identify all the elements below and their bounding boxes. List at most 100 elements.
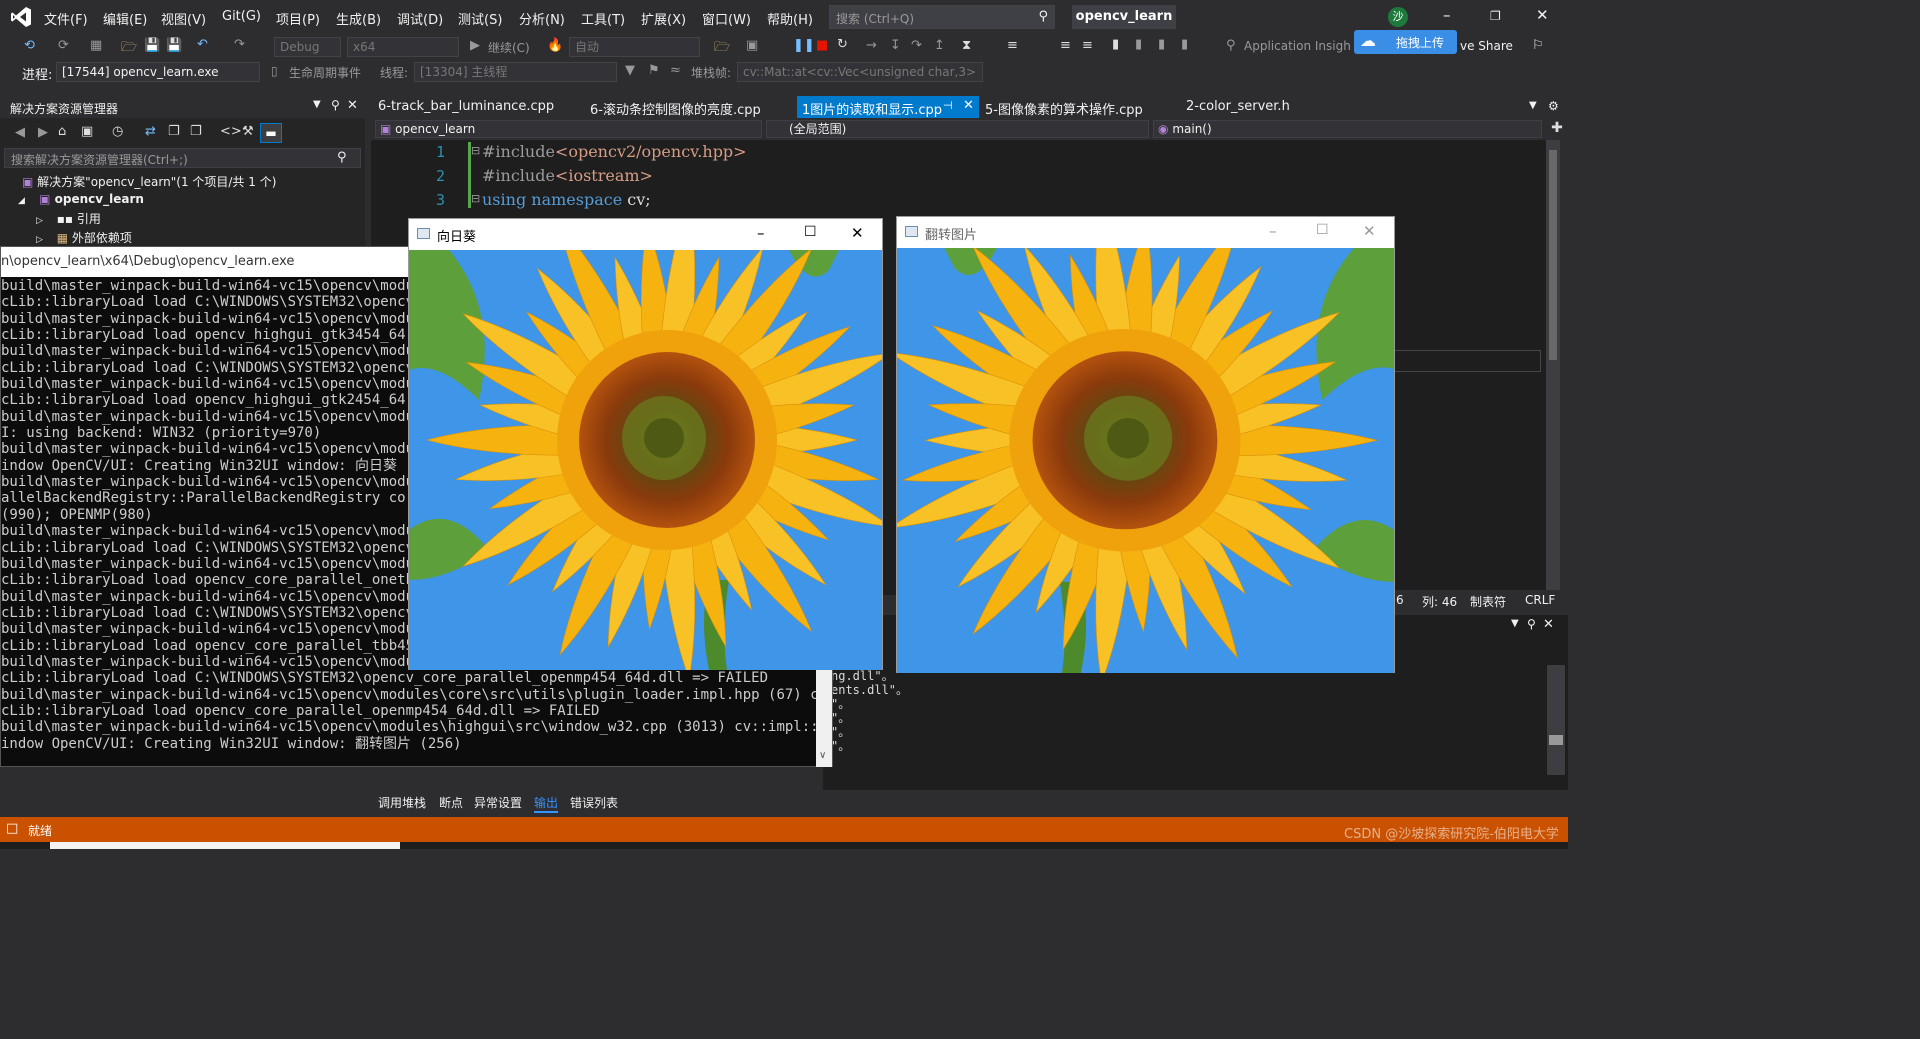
- feedback-icon[interactable]: ⚐: [1532, 38, 1544, 53]
- comment-icon[interactable]: ≡: [1060, 38, 1071, 53]
- preview-icon[interactable]: ▬: [260, 123, 282, 143]
- minimize-icon[interactable]: –: [1269, 222, 1277, 240]
- redo-icon[interactable]: ↷: [234, 37, 245, 52]
- uncomment-icon[interactable]: ≡: [1082, 38, 1093, 53]
- lifecycle-icon[interactable]: ▯: [271, 64, 278, 78]
- sync-icon[interactable]: ⇄: [145, 124, 156, 139]
- thread-dropdown[interactable]: [13304] 主线程: [414, 62, 617, 82]
- tab-error-list[interactable]: 错误列表: [570, 794, 618, 811]
- flag-icon[interactable]: ⚑: [648, 63, 660, 78]
- back-icon[interactable]: ◀: [15, 125, 25, 140]
- code-view-icon[interactable]: <>: [220, 124, 242, 139]
- references-node[interactable]: ▷ ▪▪ 引用: [36, 210, 101, 227]
- continue-icon[interactable]: ▶: [470, 38, 480, 53]
- diagnostics-icon[interactable]: ▣: [746, 38, 758, 53]
- solution-node[interactable]: ▣ 解决方案"opencv_learn"(1 个项目/共 1 个): [22, 173, 276, 190]
- scroll-down-icon[interactable]: ∨: [819, 750, 826, 761]
- pin-location-icon[interactable]: ⚲: [1226, 38, 1236, 53]
- bookmark-prev-icon[interactable]: ▮: [1135, 37, 1142, 52]
- menu-view[interactable]: 视图(V): [161, 9, 206, 28]
- scrollbar-thumb[interactable]: [1549, 150, 1557, 360]
- minimize-icon[interactable]: –: [1443, 6, 1451, 24]
- scrollbar-thumb[interactable]: [1549, 735, 1563, 745]
- close-icon[interactable]: ✕: [851, 224, 864, 242]
- pin-tab-icon[interactable]: ⊣: [943, 99, 953, 112]
- folder-icon[interactable]: 🗁: [714, 38, 730, 60]
- tab-breakpoints[interactable]: 断点: [439, 794, 463, 811]
- collapsed-arrow-icon[interactable]: ▷: [36, 235, 43, 245]
- forward-icon[interactable]: ⟳: [58, 38, 69, 53]
- continue-label[interactable]: 继续(C): [488, 39, 530, 56]
- lifecycle-events-label[interactable]: 生命周期事件: [289, 64, 361, 81]
- collapse-all-icon[interactable]: ❐: [168, 124, 180, 139]
- close-icon[interactable]: ✕: [1363, 222, 1376, 240]
- settings-icon[interactable]: ⚙: [1548, 99, 1559, 113]
- tab-brightness-scrollbar[interactable]: 6-滚动条控制图像的亮度.cpp: [590, 99, 761, 118]
- panel-menu-icon[interactable]: ▼: [1511, 618, 1519, 629]
- maximize-icon[interactable]: ☐: [804, 224, 817, 240]
- tab-output[interactable]: 输出: [534, 794, 559, 813]
- tab-track-bar-luminance[interactable]: 6-track_bar_luminance.cpp: [378, 99, 554, 114]
- home-icon[interactable]: ⌂: [58, 124, 66, 139]
- pin-icon[interactable]: ⚲: [1527, 617, 1536, 631]
- tab-array-operations[interactable]: 5-图像像素的算术操作.cpp: [985, 99, 1143, 118]
- menu-git[interactable]: Git(G): [222, 9, 261, 24]
- bookmark-icon[interactable]: ▮: [1112, 37, 1119, 52]
- save-icon[interactable]: 💾: [144, 38, 160, 53]
- line-ending[interactable]: CRLF: [1525, 593, 1555, 607]
- restore-icon[interactable]: ❐: [1490, 9, 1501, 23]
- scope-dropdown[interactable]: (全局范围): [766, 120, 1149, 138]
- solution-search-input[interactable]: 搜索解决方案资源管理器(Ctrl+;) ⚲: [4, 148, 361, 168]
- step-out-icon[interactable]: ↥: [934, 38, 945, 53]
- step-into-icon[interactable]: ↧: [890, 38, 901, 53]
- tab-color-server[interactable]: 2-color_server.h: [1186, 99, 1290, 114]
- editor-scrollbar[interactable]: [1546, 140, 1560, 590]
- output-scrollbar[interactable]: [1547, 665, 1565, 775]
- menu-tools[interactable]: 工具(T): [581, 9, 625, 28]
- save-all-icon[interactable]: 💾: [166, 38, 182, 53]
- step-icon[interactable]: →: [866, 38, 877, 53]
- bookmark-next-icon[interactable]: ▮: [1158, 37, 1165, 52]
- back-icon[interactable]: ⟲: [24, 38, 35, 53]
- split-editor-icon[interactable]: ✚: [1546, 120, 1568, 140]
- auto-dropdown[interactable]: 自动: [569, 37, 700, 57]
- properties-icon[interactable]: ⚒: [242, 124, 254, 139]
- function-dropdown[interactable]: ◉ main(): [1153, 120, 1542, 138]
- user-avatar[interactable]: 沙: [1388, 7, 1408, 27]
- maximize-icon[interactable]: ☐: [1316, 222, 1329, 238]
- tab-call-stack[interactable]: 调用堆栈: [378, 794, 426, 811]
- project-node[interactable]: ◢ ▣ opencv_learn: [18, 192, 144, 206]
- pending-changes-icon[interactable]: ◷: [112, 124, 123, 139]
- menu-build[interactable]: 生成(B): [336, 9, 381, 28]
- menu-extensions[interactable]: 扩展(X): [641, 9, 686, 28]
- pause-icon[interactable]: ❚❚: [793, 38, 815, 53]
- close-icon[interactable]: ✕: [1536, 6, 1549, 24]
- hot-reload-icon[interactable]: 🔥: [547, 38, 563, 53]
- collapsed-arrow-icon[interactable]: ▷: [36, 216, 43, 226]
- configuration-dropdown[interactable]: Debug: [274, 37, 341, 57]
- menu-analyze[interactable]: 分析(N): [519, 9, 565, 28]
- hex-display-icon[interactable]: ⧗: [962, 38, 971, 53]
- pin-icon[interactable]: ⚲: [331, 98, 340, 112]
- menu-debug[interactable]: 调试(D): [397, 9, 443, 28]
- application-insights-label[interactable]: Application Insigh: [1244, 39, 1351, 53]
- indent-mode[interactable]: 制表符: [1470, 593, 1506, 610]
- close-tab-icon[interactable]: ✕: [963, 98, 974, 113]
- menu-file[interactable]: 文件(F): [44, 9, 88, 28]
- tab-exception-settings[interactable]: 异常设置: [474, 794, 522, 811]
- original-image-window[interactable]: 向日葵 – ☐ ✕: [408, 218, 883, 670]
- menu-test[interactable]: 测试(S): [458, 9, 502, 28]
- minimize-icon[interactable]: –: [757, 224, 765, 242]
- new-project-icon[interactable]: ▦: [90, 38, 102, 53]
- live-share-label[interactable]: ve Share: [1460, 39, 1513, 53]
- flipped-image-window[interactable]: 翻转图片 – ☐ ✕: [896, 216, 1395, 673]
- search-box[interactable]: 搜索 (Ctrl+Q) ⚲: [829, 5, 1055, 29]
- step-over-icon[interactable]: ↷: [911, 38, 922, 53]
- stack-frame-dropdown[interactable]: cv::Mat::at<cv::Vec<unsigned char,3>: [737, 62, 983, 82]
- panel-close-icon[interactable]: ✕: [1543, 617, 1554, 632]
- thread-icon[interactable]: ≡: [1007, 38, 1018, 53]
- undo-icon[interactable]: ↶: [197, 37, 208, 52]
- threads-icon[interactable]: ≈: [670, 63, 681, 78]
- menu-window[interactable]: 窗口(W): [702, 9, 751, 28]
- filter-icon[interactable]: ▼: [625, 63, 635, 78]
